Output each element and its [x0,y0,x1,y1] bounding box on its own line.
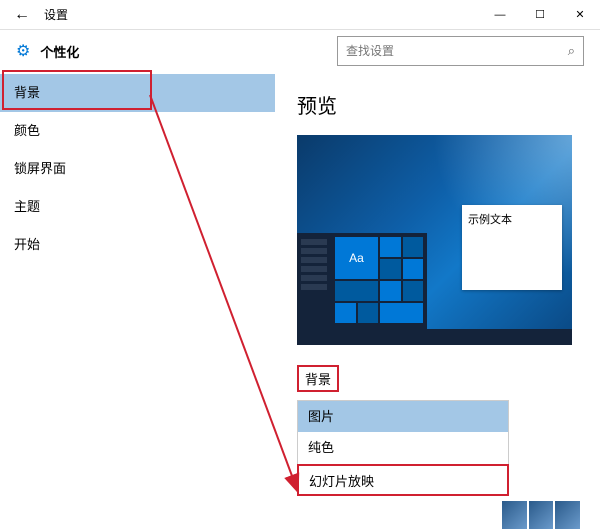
tile-aa: Aa [335,237,378,279]
sidebar-item-lockscreen[interactable]: 锁屏界面 [0,150,275,188]
close-button[interactable]: ✕ [560,0,600,30]
background-label: 背景 [297,365,339,392]
option-slideshow[interactable]: 幻灯片放映 [297,464,509,496]
header: ⚙ 个性化 ⌕ [0,30,600,72]
sidebar-item-background[interactable]: 背景 [0,74,275,112]
thumbnail-strip [502,501,580,529]
minimize-button[interactable]: — [480,0,520,30]
desktop-preview: 示例文本 Aa [297,135,572,345]
sidebar: 背景 颜色 锁屏界面 主题 开始 [0,72,275,529]
search-input[interactable] [346,44,568,58]
search-icon: ⌕ [568,43,575,59]
page-title: 个性化 [40,42,79,61]
preview-title: 预览 [297,90,578,119]
sidebar-item-themes[interactable]: 主题 [0,188,275,226]
option-picture[interactable]: 图片 [297,400,509,432]
sidebar-item-start[interactable]: 开始 [0,226,275,264]
titlebar: ← 设置 — ☐ ✕ [0,0,600,30]
option-solid[interactable]: 纯色 [297,432,509,464]
maximize-button[interactable]: ☐ [520,0,560,30]
window-title: 设置 [44,6,68,23]
search-box[interactable]: ⌕ [337,36,584,66]
sidebar-item-colors[interactable]: 颜色 [0,112,275,150]
main-panel: 预览 示例文本 Aa 背景 图片 纯色 幻灯片放映 [275,72,600,529]
sample-window: 示例文本 [462,205,562,290]
background-dropdown[interactable]: 图片 纯色 幻灯片放映 [297,400,509,496]
start-menu-preview: Aa [297,233,427,329]
back-button[interactable]: ← [10,6,34,24]
gear-icon: ⚙ [16,41,30,61]
